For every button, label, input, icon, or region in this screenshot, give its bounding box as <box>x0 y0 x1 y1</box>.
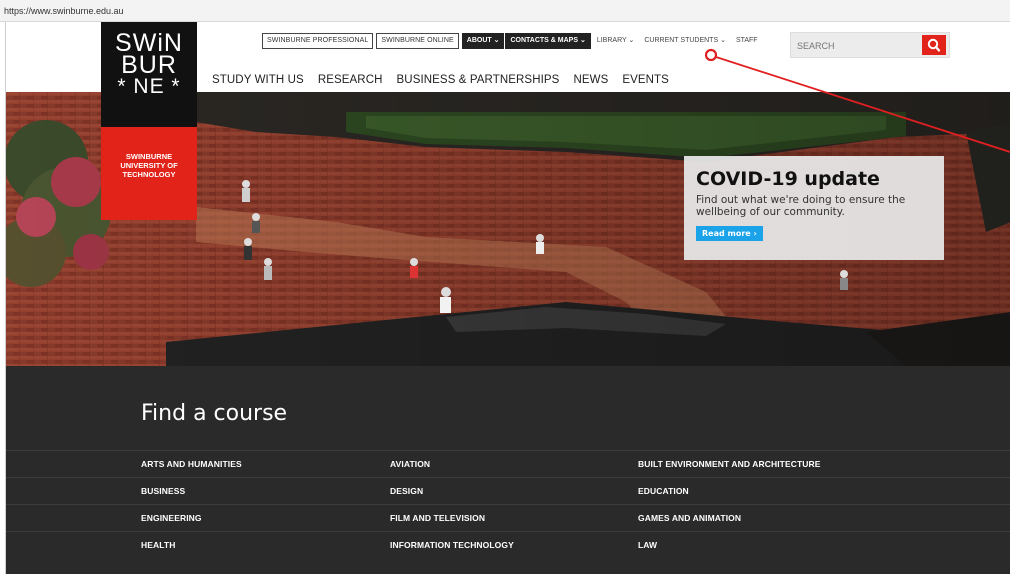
course-row: BUSINESS DESIGN EDUCATION <box>6 477 1010 504</box>
logo-sub-1: SWINBURNE <box>125 152 173 161</box>
nav-contacts-maps[interactable]: CONTACTS & MAPS ⌄ <box>505 33 591 49</box>
course-link[interactable]: AVIATION <box>390 459 430 469</box>
nav-research[interactable]: RESEARCH <box>318 74 383 86</box>
course-link[interactable]: DESIGN <box>390 486 423 496</box>
logo-sub-3: TECHNOLOGY <box>122 170 176 179</box>
course-row: HEALTH INFORMATION TECHNOLOGY LAW <box>6 531 1010 558</box>
nav-news[interactable]: NEWS <box>573 74 608 86</box>
course-link[interactable]: ARTS AND HUMANITIES <box>141 459 242 469</box>
nav-business-partnerships[interactable]: BUSINESS & PARTNERSHIPS <box>397 74 560 86</box>
nav-current-students[interactable]: CURRENT STUDENTS ⌄ <box>639 33 731 49</box>
course-link[interactable]: ENGINEERING <box>141 513 202 523</box>
nav-study-with-us[interactable]: STUDY WITH US <box>212 74 304 86</box>
logo-line-2: BUR <box>121 51 177 79</box>
logo-sub-2: UNIVERSITY OF <box>120 161 178 170</box>
address-bar[interactable]: https://www.swinburne.edu.au <box>0 0 1010 22</box>
course-link[interactable]: FILM AND TELEVISION <box>390 513 485 523</box>
course-row: ENGINEERING FILM AND TELEVISION GAMES AN… <box>6 504 1010 531</box>
nav-swinburne-professional[interactable]: SWINBURNE PROFESSIONAL <box>262 33 374 49</box>
search-icon <box>927 38 941 52</box>
nav-library[interactable]: LIBRARY ⌄ <box>592 33 640 49</box>
covid-text: Find out what we're doing to ensure the … <box>696 194 906 218</box>
covid-title: COVID-19 update <box>696 168 880 190</box>
covid-update-card: COVID-19 update Find out what we're doin… <box>684 156 944 260</box>
course-link[interactable]: EDUCATION <box>638 486 689 496</box>
read-more-button[interactable]: Read more › <box>696 226 763 241</box>
logo-name-block[interactable]: SWINBURNE UNIVERSITY OF TECHNOLOGY <box>101 127 197 220</box>
nav-swinburne-online[interactable]: SWINBURNE ONLINE <box>376 33 459 49</box>
logo-line-3: * NE * <box>117 75 181 98</box>
course-row: ARTS AND HUMANITIES AVIATION BUILT ENVIR… <box>6 450 1010 477</box>
course-link[interactable]: BUILT ENVIRONMENT AND ARCHITECTURE <box>638 459 821 469</box>
web-page: SWINBURNE PROFESSIONAL SWINBURNE ONLINE … <box>5 22 1010 574</box>
swinburne-logo[interactable]: SWiN BUR * NE * <box>101 22 197 127</box>
find-a-course-title: Find a course <box>141 401 288 426</box>
course-link[interactable]: HEALTH <box>141 540 175 550</box>
search-input[interactable] <box>794 37 920 55</box>
course-link[interactable]: BUSINESS <box>141 486 185 496</box>
course-link[interactable]: INFORMATION TECHNOLOGY <box>390 540 514 550</box>
search-button[interactable] <box>922 35 946 55</box>
course-link[interactable]: LAW <box>638 540 657 550</box>
find-a-course-section: Find a course ARTS AND HUMANITIES AVIATI… <box>6 366 1010 574</box>
nav-staff[interactable]: STAFF <box>731 33 763 49</box>
utility-nav: SWINBURNE PROFESSIONAL SWINBURNE ONLINE … <box>262 32 763 50</box>
nav-about[interactable]: ABOUT ⌄ <box>461 33 505 49</box>
course-link[interactable]: GAMES AND ANIMATION <box>638 513 741 523</box>
main-nav: STUDY WITH US RESEARCH BUSINESS & PARTNE… <box>212 74 669 86</box>
nav-events[interactable]: EVENTS <box>622 74 669 86</box>
search-box <box>790 32 950 58</box>
